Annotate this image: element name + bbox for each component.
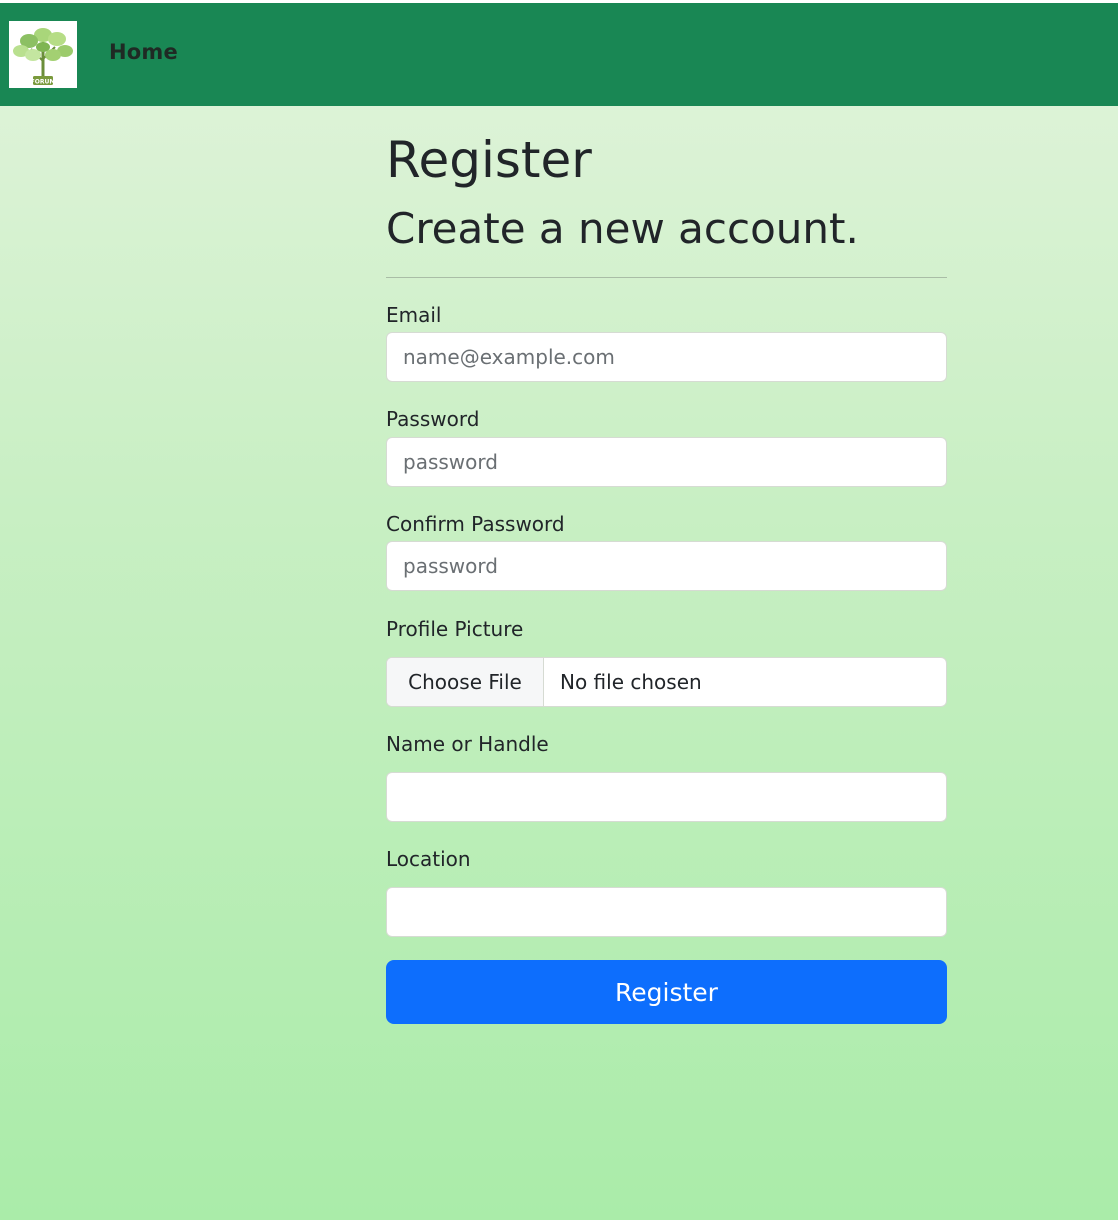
email-label: Email — [386, 303, 442, 327]
logo-text: FORUM — [31, 79, 56, 86]
password-field[interactable] — [386, 437, 947, 487]
divider — [386, 277, 947, 278]
name-field[interactable] — [386, 772, 947, 822]
profile-picture-input[interactable]: Choose File No file chosen — [386, 657, 947, 707]
forum-logo[interactable]: FORUM — [9, 21, 77, 88]
profile-picture-label: Profile Picture — [386, 617, 524, 641]
name-label: Name or Handle — [386, 732, 549, 756]
email-field[interactable] — [386, 332, 947, 382]
page-subtitle: Create a new account. — [386, 204, 859, 253]
page-title: Register — [386, 131, 592, 189]
choose-file-button[interactable]: Choose File — [387, 658, 544, 706]
location-field[interactable] — [386, 887, 947, 937]
confirm-password-label: Confirm Password — [386, 512, 565, 536]
file-status-text: No file chosen — [560, 670, 702, 694]
location-label: Location — [386, 847, 471, 871]
tree-logo-icon: FORUM — [13, 28, 73, 86]
register-button[interactable]: Register — [386, 960, 947, 1024]
navbar: FORUM Home — [0, 3, 1118, 106]
password-label: Password — [386, 407, 480, 431]
nav-home-link[interactable]: Home — [109, 40, 178, 64]
confirm-password-field[interactable] — [386, 541, 947, 591]
